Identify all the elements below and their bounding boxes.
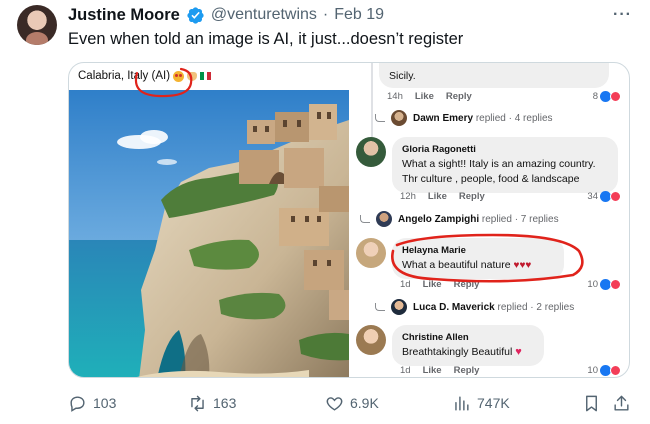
reply-arrow-icon	[360, 215, 370, 223]
tweet-date[interactable]: Feb 19	[334, 6, 384, 24]
comment-bubble: ~~~~~~ ~~~~ ~~ ~~~~~~ ~~~~~~~ Sicily.	[379, 63, 609, 88]
comment-meta: 1d Like Reply	[400, 365, 479, 376]
like-count: 6.9K	[350, 395, 379, 411]
author-name[interactable]: Justine Moore	[68, 6, 180, 25]
comment-time: 14h	[387, 91, 403, 102]
replies-count: replied · 2 replies	[497, 301, 575, 313]
comment-thread: ~~~~~~ ~~~~ ~~ ~~~~~~ ~~~~~~~ Sicily. 14…	[349, 63, 629, 377]
commenter-name[interactable]: Gloria Ragonetti	[402, 143, 608, 157]
reaction-number: 10	[587, 279, 598, 290]
reaction-count[interactable]: 10	[587, 279, 621, 290]
share-icon	[614, 395, 629, 411]
like-link[interactable]: Like	[428, 191, 447, 202]
reaction-count[interactable]: 8	[593, 91, 621, 102]
comment-meta: 1d Like Reply	[400, 279, 479, 290]
replier-name: Angelo Zampighi	[398, 213, 480, 225]
comment-text-line: Thr culture , people, food & landscape	[402, 173, 580, 185]
comment-text: Sicily.	[389, 70, 416, 82]
like-link[interactable]: Like	[423, 365, 442, 376]
heart-emoji-icon: ♥	[515, 346, 522, 358]
replies-link[interactable]: Dawn Emery replied · 4 replies	[375, 110, 553, 126]
verified-badge-icon	[187, 6, 204, 24]
comment-text-line: What a sight!! Italy is an amazing count…	[402, 158, 596, 170]
reply-count: 103	[93, 395, 117, 411]
love-reaction-icon	[610, 91, 621, 102]
post-caption-text: Calabria, Italy (AI)	[78, 70, 171, 82]
like-button[interactable]: 6.9K	[325, 391, 379, 415]
reply-arrow-icon	[375, 303, 385, 311]
post-caption: Calabria, Italy (AI)	[78, 70, 212, 82]
tweet-action-bar: 103 163 6.9K 747K	[68, 391, 634, 415]
like-link[interactable]: Like	[415, 91, 434, 102]
repost-button[interactable]: 163	[188, 391, 236, 415]
reaction-count[interactable]: 34	[587, 191, 621, 202]
heart-eyes-emoji-icon	[173, 70, 185, 82]
replier-name: Dawn Emery	[413, 112, 474, 124]
reply-link[interactable]: Reply	[459, 191, 485, 202]
reaction-count[interactable]: 10	[587, 365, 621, 376]
avatar[interactable]	[356, 238, 386, 268]
embedded-screenshot[interactable]: Calabria, Italy (AI) Sicily. 14h Like Re…	[68, 62, 630, 378]
comment-text: Breathtakingly Beautiful	[402, 346, 513, 358]
love-reaction-icon	[610, 279, 621, 290]
reply-icon	[70, 395, 85, 412]
replies-count: replied · 4 replies	[475, 112, 553, 124]
avatar[interactable]	[356, 137, 386, 167]
repost-icon	[191, 395, 204, 411]
reaction-number: 34	[587, 191, 598, 202]
replies-count: replied · 7 replies	[481, 213, 559, 225]
avatar[interactable]	[356, 325, 386, 355]
avatar	[391, 299, 407, 315]
comment-text: What a beautiful nature	[402, 259, 511, 271]
italy-flag-icon	[200, 72, 212, 80]
avatar	[391, 110, 407, 126]
love-reaction-icon	[610, 365, 621, 376]
author-handle[interactable]: @venturetwins	[211, 6, 317, 24]
image-post: Calabria, Italy (AI)	[69, 63, 349, 377]
views-count: 747K	[477, 395, 510, 411]
comment-time: 12h	[400, 191, 416, 202]
like-link[interactable]: Like	[423, 279, 442, 290]
hands-emoji-icon	[187, 71, 198, 81]
heart-icon	[326, 396, 343, 411]
reply-arrow-icon	[375, 114, 385, 122]
views-chart-icon	[455, 395, 469, 411]
comment-time: 1d	[400, 365, 411, 376]
commenter-name[interactable]: Helayna Marie	[402, 244, 554, 258]
reaction-number: 8	[592, 91, 598, 102]
tweet-header: Justine Moore @venturetwins · Feb 19	[68, 4, 384, 26]
comment-text-row: What a beautiful nature ♥♥♥	[402, 258, 554, 273]
more-horizontal-icon[interactable]: ···	[613, 6, 632, 24]
love-reaction-icon	[610, 191, 621, 202]
reply-link[interactable]: Reply	[446, 91, 472, 102]
comment-meta: 14h Like Reply	[387, 91, 472, 102]
commenter-name[interactable]: Christine Allen	[402, 331, 534, 345]
tweet-text: Even when told an image is AI, it just..…	[68, 30, 464, 48]
comment-bubble: Gloria Ragonetti What a sight!! Italy is…	[392, 137, 618, 193]
bookmark-icon	[586, 395, 597, 411]
comment-time: 1d	[400, 279, 411, 290]
author-avatar[interactable]	[17, 5, 57, 45]
coastal-cliff-image	[69, 90, 349, 377]
bookmark-button[interactable]	[582, 391, 601, 415]
views-button[interactable]: 747K	[452, 391, 510, 415]
comment-meta: 12h Like Reply	[400, 191, 485, 202]
reply-link[interactable]: Reply	[454, 279, 480, 290]
comment-bubble: Christine Allen Breathtakingly Beautiful…	[392, 325, 544, 366]
comment-bubble: Helayna Marie What a beautiful nature ♥♥…	[392, 238, 564, 279]
rose-emoji-icon: ♥♥♥	[513, 260, 532, 271]
comment-text-row: Breathtakingly Beautiful ♥	[402, 345, 534, 360]
reply-link[interactable]: Reply	[454, 365, 480, 376]
replies-link[interactable]: Luca D. Maverick replied · 2 replies	[375, 299, 574, 315]
avatar	[376, 211, 392, 227]
reply-button[interactable]: 103	[68, 391, 116, 415]
header-separator: ·	[322, 6, 329, 23]
share-button[interactable]	[612, 391, 631, 415]
replier-name: Luca D. Maverick	[413, 301, 495, 313]
replies-link[interactable]: Angelo Zampighi replied · 7 replies	[360, 211, 559, 227]
reaction-number: 10	[587, 365, 598, 376]
repost-count: 163	[213, 395, 237, 411]
